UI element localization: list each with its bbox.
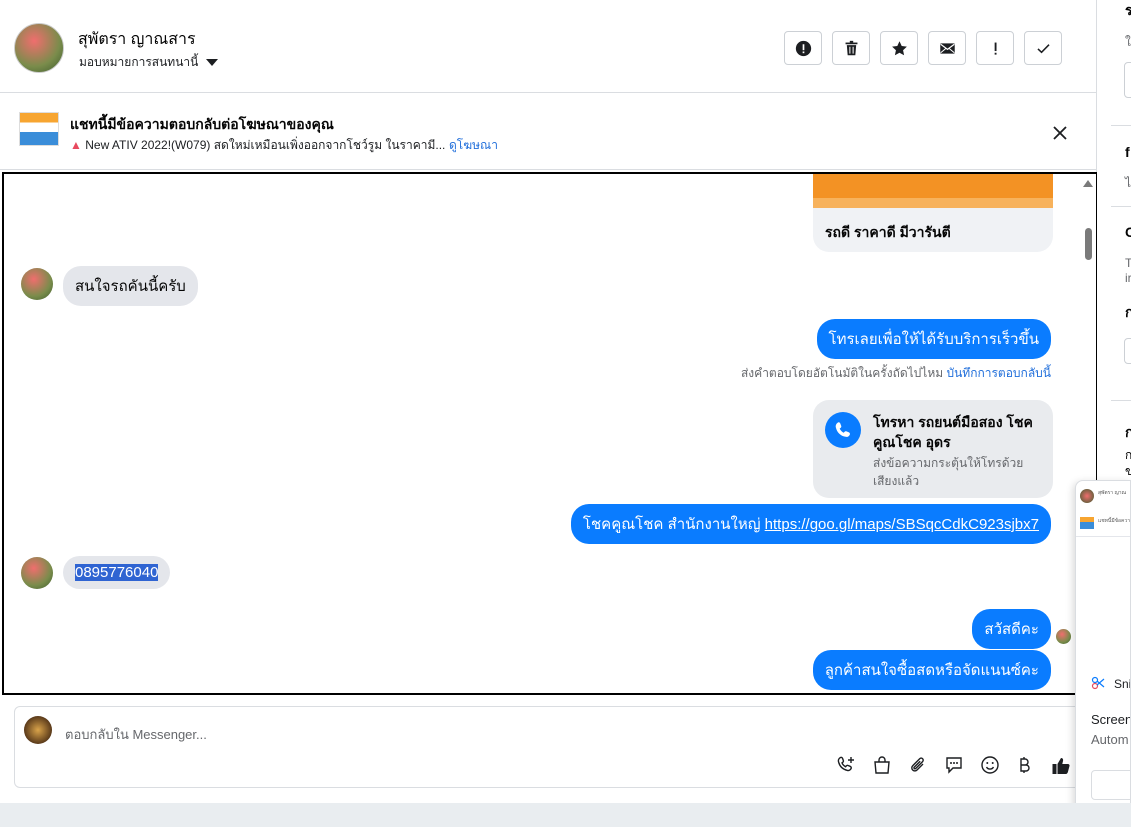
outgoing-message-location: โชคคูณโชค สำนักงานใหญ่ https://goo.gl/ma… (570, 504, 1051, 544)
star-button[interactable] (880, 31, 918, 65)
outgoing-message: โทรเลยเพื่อให้ได้รับบริการเร็วขึ้น (816, 319, 1051, 359)
app-root: สุพัตรา ญาณสาร มอบหมายการสนทนานี้ แชทนี้… (0, 0, 1131, 827)
chat-bubble-icon (946, 757, 962, 774)
ad-image-card[interactable]: รถดี ราคาดี มีวารันตี (813, 174, 1053, 252)
sidebar-select[interactable] (1124, 338, 1131, 364)
sidebar-input[interactable] (1124, 62, 1131, 98)
like-button[interactable] (1049, 754, 1073, 778)
scrollbar-thumb[interactable] (1085, 228, 1092, 260)
report-button[interactable] (784, 31, 822, 65)
sidebar-fragment: ใ (1125, 35, 1131, 49)
close-icon (1053, 126, 1067, 140)
delete-button[interactable] (832, 31, 870, 65)
exclamation-icon (994, 42, 997, 55)
sidebar-fragment: T (1125, 256, 1131, 270)
call-card-title: โทรหา รถยนต์มือสอง โชคคูณโชค อุดร (873, 414, 1033, 450)
preview-text: สุพัตรา ญาณ (1098, 490, 1127, 496)
page-avatar (24, 716, 52, 744)
contact-avatar-small (21, 557, 53, 589)
ad-banner-title: แชทนี้มีข้อความตอบกลับต่อโฆษณาของคุณ (70, 116, 334, 132)
outgoing-message: ลูกค้าสนใจซื้อสดหรือจัดแนนซ์คะ (812, 650, 1051, 690)
incoming-message: สนใจรถคันนี้ครับ (63, 266, 198, 306)
notification-body: Autom (1091, 732, 1129, 747)
ad-reply-banner: แชทนี้มีข้อความตอบกลับต่อโฆษณาของคุณ ▲ N… (0, 93, 1097, 170)
mark-unread-button[interactable] (928, 31, 966, 65)
report-icon (795, 40, 811, 56)
sidebar-fragment: C (1125, 224, 1131, 240)
check-icon (1036, 43, 1050, 53)
close-banner-button[interactable] (1052, 125, 1068, 141)
star-icon (891, 40, 907, 55)
attach-icon (911, 757, 924, 772)
auto-reply-hint-text: ส่งคำตอบโดยอัตโนมัติในครั้งถัดไปไหม (740, 366, 944, 380)
contact-name[interactable]: สุพัตรา ญาณสาร (78, 27, 196, 52)
baht-icon (1020, 757, 1030, 773)
trash-icon (845, 40, 857, 55)
sidebar-fragment: ก (1125, 304, 1131, 320)
snipping-tool-icon (1091, 676, 1105, 690)
contact-avatar-small (21, 268, 53, 300)
attach-button[interactable] (907, 754, 929, 776)
scroll-up-arrow[interactable] (1083, 180, 1093, 187)
call-add-icon (837, 756, 854, 772)
emoji-icon (981, 756, 999, 774)
sidebar-fragment: ก (1125, 424, 1131, 440)
assign-label: มอบหมายการสนทนานี้ (79, 55, 199, 69)
payment-button[interactable] (1013, 754, 1035, 776)
emoji-button[interactable] (979, 754, 1001, 776)
saved-replies-button[interactable] (943, 754, 965, 776)
conversation-header: สุพัตรา ญาณสาร มอบหมายการสนทนานี้ (0, 0, 1097, 93)
call-card-subtitle: ส่งข้อความกระตุ้นให้โทรด้วยเสียงแล้ว (873, 456, 1024, 488)
notification-title: Screen (1091, 712, 1131, 727)
reply-input[interactable]: ตอบกลับใน Messenger... (65, 724, 207, 745)
auto-reply-hint: ส่งคำตอบโดยอัตโนมัติในครั้งถัดไปไหม บันท… (741, 364, 1051, 383)
taskbar-preview-popup[interactable]: สุพัตรา ญาณ แชทนี้มีข้อความ Sni Screen A… (1075, 480, 1131, 816)
snip-label: Sni (1114, 677, 1131, 691)
read-receipt-avatar (1056, 629, 1071, 644)
ad-banner-subtitle: ▲ New ATIV 2022!(W079) สดใหม่เหมือนเพิ่ง… (70, 136, 445, 155)
notification-action-button[interactable] (1091, 770, 1130, 800)
caret-down-icon (206, 59, 219, 66)
sidebar-fragment: ร (1125, 2, 1131, 18)
contact-avatar[interactable] (14, 23, 64, 73)
mark-done-button[interactable] (1024, 31, 1062, 65)
shop-bag-icon (874, 756, 890, 774)
incoming-message-phone: 0895776040 (63, 556, 171, 589)
outgoing-message: สวัสดีคะ (972, 609, 1051, 649)
sidebar-fragment: ข (1125, 464, 1131, 478)
pin-icon: ▲ (70, 138, 82, 152)
ad-image (813, 174, 1053, 208)
ad-card-caption: รถดี ราคาดี มีวารันตี (825, 224, 951, 240)
map-link[interactable]: https://goo.gl/maps/SBSqcCdkC923sjbx7 (765, 516, 1039, 533)
save-reply-link[interactable]: บันทึกการตอบกลับนี้ (946, 366, 1051, 380)
message-thread[interactable]: รถดี ราคาดี มีวารันตี สนใจรถคันนี้ครับ โ… (2, 172, 1098, 695)
preview-text: แชทนี้มีข้อความ (1098, 518, 1131, 524)
sidebar-fragment: f (1125, 144, 1130, 160)
phone-icon (825, 412, 861, 448)
ad-subtitle-text: New ATIV 2022!(W079) สดใหม่เหมือนเพิ่งออ… (85, 138, 446, 152)
view-ad-link[interactable]: ดูโฆษณา (449, 136, 498, 155)
follow-up-button[interactable] (976, 31, 1014, 65)
call-add-button[interactable] (835, 754, 857, 776)
preview-thumbnail (1080, 517, 1094, 529)
reply-composer: ตอบกลับใน Messenger... (14, 706, 1094, 788)
preview-thumbnail (1080, 489, 1094, 503)
window-bottom-strip (0, 803, 1131, 827)
selected-phone-text[interactable]: 0895776040 (75, 564, 159, 581)
assign-conversation-dropdown[interactable]: มอบหมายการสนทนานี้ (79, 53, 219, 72)
mail-icon (939, 42, 955, 54)
like-icon (1052, 758, 1070, 774)
call-request-card[interactable]: โทรหา รถยนต์มือสอง โชคคูณโชค อุดร ส่งข้อ… (813, 400, 1053, 498)
ad-thumbnail[interactable] (19, 112, 59, 146)
location-text: โชคคูณโชค สำนักงานใหญ่ (582, 516, 761, 533)
sidebar-fragment: ir (1125, 271, 1131, 285)
conversation-pane: สุพัตรา ญาณสาร มอบหมายการสนทนานี้ แชทนี้… (0, 0, 1098, 803)
shop-button[interactable] (871, 754, 893, 776)
sidebar-fragment: ไ (1125, 176, 1131, 190)
